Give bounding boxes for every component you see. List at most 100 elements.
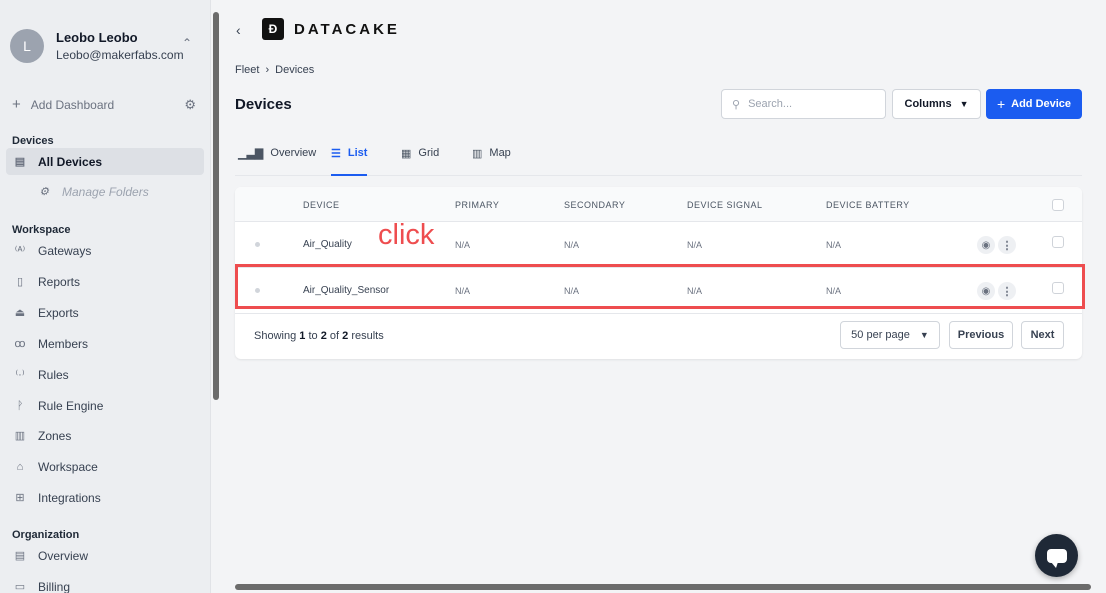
report-icon: ▯ — [16, 276, 24, 288]
breadcrumb-devices[interactable]: Devices — [275, 64, 314, 76]
tab-label: Map — [489, 147, 511, 159]
column-header-device-signal[interactable]: DEVICE SIGNAL — [687, 200, 763, 210]
sidebar-item-workspace[interactable]: ⌂ Workspace — [6, 453, 204, 480]
of-text: of — [329, 330, 340, 342]
back-arrow-icon[interactable]: ‹ — [236, 22, 241, 38]
tab-map[interactable]: ▥ Map — [472, 147, 511, 176]
scrollbar-thumb[interactable] — [213, 12, 219, 400]
chevron-right-icon: › — [265, 64, 270, 76]
sidebar-scrollbar[interactable] — [211, 0, 221, 580]
zones-icon: ▥ — [14, 430, 26, 442]
next-button[interactable]: Next — [1021, 321, 1064, 349]
user-switcher[interactable]: L Leobo Leobo Leobo@makerfabs.com ⌃ — [10, 26, 200, 66]
export-icon: ⏏ — [14, 307, 26, 319]
sidebar-item-label: Exports — [38, 305, 79, 320]
sidebar-item-integrations[interactable]: ⊞ Integrations — [6, 484, 204, 511]
rules-icon: ⁽·⁾ — [15, 369, 25, 381]
chat-widget-button[interactable] — [1035, 534, 1078, 577]
status-dot — [255, 242, 260, 247]
column-header-secondary[interactable]: SECONDARY — [564, 200, 625, 210]
workspace-icon: ⌂ — [16, 460, 24, 473]
columns-label: Columns — [904, 98, 952, 110]
devices-icon: ▤ — [14, 156, 26, 168]
showing-text: Showing — [254, 330, 297, 342]
column-header-device[interactable]: DEVICE — [303, 200, 340, 210]
select-all-checkbox[interactable] — [1052, 199, 1064, 211]
sidebar-item-gateways[interactable]: ⁽ᴬ⁾ Gateways — [6, 237, 204, 264]
sidebar: L Leobo Leobo Leobo@makerfabs.com ⌃ + Ad… — [0, 0, 211, 593]
view-tabs: ▁▃▇ Overview ☰ List ▦ Grid ▥ Map — [235, 140, 1082, 176]
rule-engine-icon: ᚹ — [16, 399, 24, 412]
avatar: L — [10, 29, 44, 63]
chevron-down-icon: ▼ — [919, 330, 929, 340]
tab-grid[interactable]: ▦ Grid — [401, 147, 439, 176]
row-checkbox[interactable] — [1052, 236, 1064, 248]
logo-mark-icon: Ð — [262, 18, 284, 40]
list-icon: ☰ — [331, 148, 341, 160]
sidebar-item-label: Overview — [38, 548, 89, 563]
sidebar-item-reports[interactable]: ▯ Reports — [6, 268, 204, 295]
section-organization: Organization — [12, 529, 80, 541]
sidebar-item-label: Zones — [38, 428, 72, 443]
click-annotation: click — [378, 219, 435, 251]
add-device-button[interactable]: + Add Device — [986, 89, 1082, 119]
integrations-icon: ⊞ — [15, 492, 25, 504]
secondary-value: N/A — [564, 240, 580, 250]
tab-label: Overview — [270, 147, 317, 159]
column-header-primary[interactable]: PRIMARY — [455, 200, 499, 210]
chevron-updown-icon[interactable]: ⌃ — [182, 36, 192, 50]
tab-label: List — [347, 147, 368, 159]
sidebar-item-members[interactable]: ꝏ Members — [6, 330, 204, 357]
sidebar-item-exports[interactable]: ⏏ Exports — [6, 299, 204, 326]
results-text: results — [351, 330, 384, 342]
page-scrollbar[interactable] — [1094, 0, 1106, 580]
sidebar-item-label: Reports — [38, 274, 81, 289]
sidebar-item-rule-engine[interactable]: ᚹ Rule Engine — [6, 392, 204, 419]
sidebar-item-all-devices[interactable]: ▤ All Devices — [6, 148, 204, 175]
user-email: Leobo@makerfabs.com — [56, 48, 184, 62]
tab-overview[interactable]: ▁▃▇ Overview — [238, 147, 316, 176]
results-summary: Showing 1 to 2 of 2 results — [254, 330, 384, 342]
tab-label: Grid — [418, 147, 440, 159]
horizontal-scrollbar[interactable] — [221, 581, 1106, 593]
table-header: DEVICE PRIMARY SECONDARY DEVICE SIGNAL D… — [235, 187, 1082, 222]
section-workspace: Workspace — [12, 224, 71, 236]
sidebar-item-manage-folders[interactable]: ⚙ Manage Folders — [30, 178, 204, 205]
map-icon: ▥ — [472, 148, 483, 160]
table-row[interactable]: Air_Quality N/A N/A N/A N/A ◉ ⋮ — [235, 222, 1082, 268]
more-vertical-icon[interactable]: ⋮ — [998, 236, 1016, 254]
eye-icon[interactable]: ◉ — [977, 236, 995, 254]
gear-icon[interactable]: ⚙ — [184, 97, 196, 113]
range-from: 1 — [299, 330, 306, 342]
chat-icon — [1046, 548, 1067, 568]
datacake-logo[interactable]: Ð DATACAKE — [262, 18, 400, 40]
gear-icon: ⚙ — [39, 186, 49, 198]
overview-icon: ▤ — [14, 550, 26, 562]
add-dashboard-button[interactable]: + Add Dashboard ⚙ — [12, 96, 196, 113]
sidebar-item-label: Workspace — [38, 459, 98, 474]
tab-list[interactable]: ☰ List — [331, 147, 368, 176]
battery-value: N/A — [826, 240, 842, 250]
sidebar-item-rules[interactable]: ⁽·⁾ Rules — [6, 361, 204, 388]
page-title: Devices — [235, 96, 292, 113]
breadcrumb-fleet[interactable]: Fleet — [235, 64, 259, 76]
search-input[interactable]: ⚲ Search... — [721, 89, 886, 119]
sidebar-item-label: Integrations — [38, 490, 101, 505]
logo-text: DATACAKE — [294, 20, 400, 38]
sidebar-item-billing[interactable]: ▭ Billing — [6, 573, 204, 593]
sidebar-item-label: Members — [38, 336, 89, 351]
sidebar-item-zones[interactable]: ▥ Zones — [6, 422, 204, 449]
sidebar-item-label: Manage Folders — [62, 184, 149, 199]
scrollbar-thumb[interactable] — [235, 584, 1091, 590]
sidebar-item-overview[interactable]: ▤ Overview — [6, 542, 204, 569]
device-name[interactable]: Air_Quality — [303, 239, 352, 250]
grid-icon: ▦ — [401, 148, 412, 160]
previous-button[interactable]: Previous — [949, 321, 1013, 349]
per-page-select[interactable]: 50 per page ▼ — [840, 321, 940, 349]
sidebar-item-label: All Devices — [38, 154, 103, 169]
columns-dropdown-button[interactable]: Columns ▼ — [892, 89, 981, 119]
range-to: 2 — [320, 330, 327, 342]
total-count: 2 — [342, 330, 349, 342]
search-placeholder: Search... — [748, 98, 793, 110]
column-header-device-battery[interactable]: DEVICE BATTERY — [826, 200, 910, 210]
